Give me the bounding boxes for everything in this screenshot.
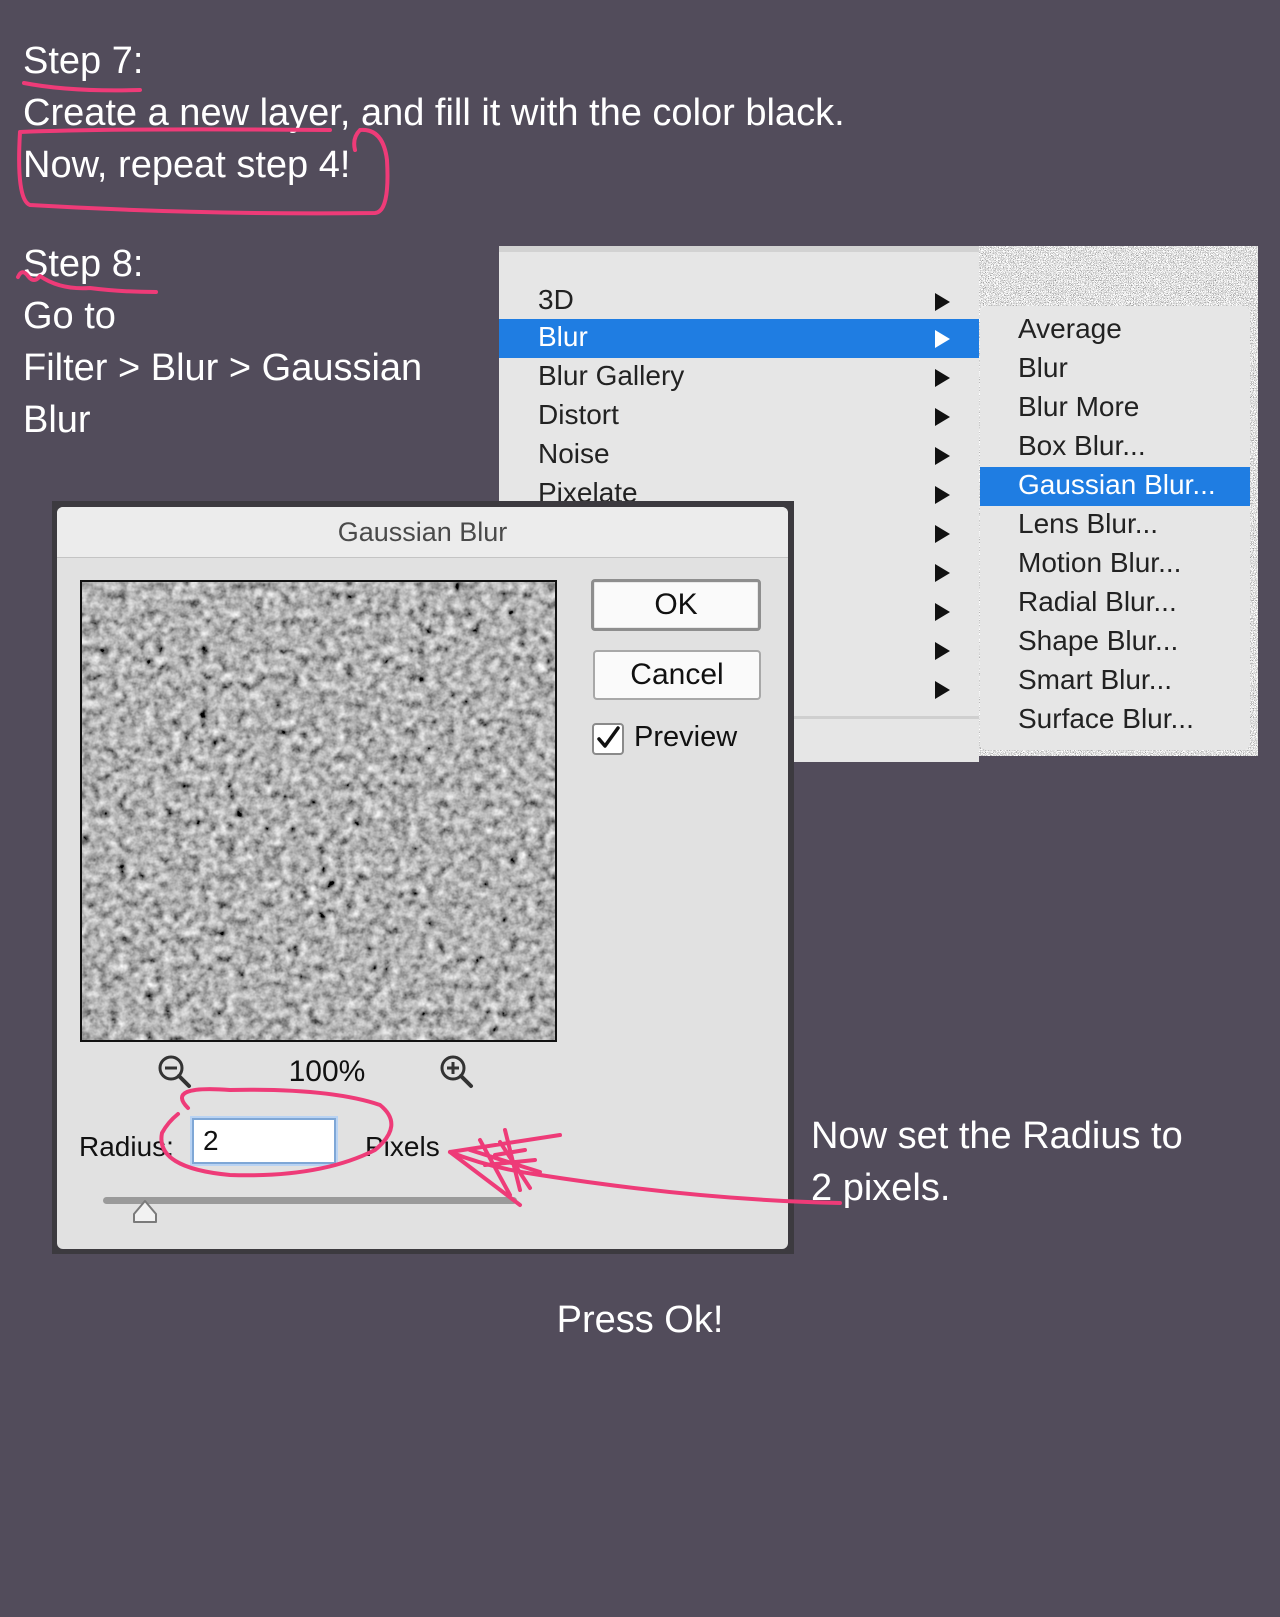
submenu-item-label: Lens Blur... [1018, 508, 1159, 539]
menu-item-noise[interactable]: Noise [499, 436, 979, 475]
submenu-arrow-icon [935, 447, 950, 465]
menu-item-distort[interactable]: Distort [499, 397, 979, 436]
preview-checkbox[interactable] [592, 723, 624, 755]
submenu-item-blur-more[interactable]: Blur More [980, 389, 1250, 428]
submenu-item-label: Average [1018, 313, 1122, 344]
submenu-item-label: Smart Blur... [1018, 664, 1173, 695]
radius-slider-track[interactable] [103, 1197, 517, 1204]
menu-item-label: Distort [538, 399, 619, 430]
step7-repeat-note: Now, repeat step 4! [23, 144, 351, 186]
step7-label: Step 7: [23, 40, 144, 82]
units-label: Pixels [365, 1131, 440, 1162]
menu-item-blur[interactable]: Blur [499, 319, 979, 358]
submenu-arrow-icon [935, 408, 950, 426]
step8-label: Step 8: [23, 243, 144, 285]
ok-button[interactable]: OK [591, 579, 761, 631]
submenu-arrow-icon [935, 293, 950, 311]
step8-line-1: Go to [23, 295, 116, 337]
submenu-item-lens-blur[interactable]: Lens Blur... [980, 506, 1250, 545]
menu-item-3d[interactable]: 3D [499, 282, 979, 321]
zoom-level: 100% [288, 1055, 366, 1088]
preview-noise-svg [82, 582, 555, 1040]
annotation-line-1: Now set the Radius to [811, 1115, 1183, 1157]
submenu-arrow-icon [935, 681, 950, 699]
zoom-out-icon[interactable] [155, 1052, 195, 1092]
gaussian-blur-dialog: Gaussian Blur OK Cancel Preview 100% Rad… [57, 507, 788, 1249]
radius-input[interactable] [192, 1118, 336, 1164]
submenu-item-box-blur[interactable]: Box Blur... [980, 428, 1250, 467]
submenu-item-label: Radial Blur... [1018, 586, 1177, 617]
radius-label: Radius: [79, 1131, 174, 1162]
submenu-arrow-icon [935, 525, 950, 543]
step7-instruction: Create a new layer, and fill it with the… [23, 92, 845, 134]
submenu-item-smart-blur[interactable]: Smart Blur... [980, 662, 1250, 701]
menu-item-label: 3D [538, 284, 574, 315]
submenu-arrow-icon [935, 642, 950, 660]
preview-image[interactable] [80, 580, 557, 1042]
submenu-arrow-icon [935, 369, 950, 387]
submenu-arrow-icon [935, 486, 950, 504]
zoom-in-icon[interactable] [437, 1052, 477, 1092]
submenu-item-radial-blur[interactable]: Radial Blur... [980, 584, 1250, 623]
submenu-item-surface-blur[interactable]: Surface Blur... [980, 701, 1250, 740]
submenu-arrow-icon [935, 330, 950, 348]
submenu-item-motion-blur[interactable]: Motion Blur... [980, 545, 1250, 584]
submenu-item-label: Box Blur... [1018, 430, 1146, 461]
submenu-item-label: Blur [1018, 352, 1068, 383]
submenu-item-blur[interactable]: Blur [980, 350, 1250, 389]
submenu-item-gaussian-blur[interactable]: Gaussian Blur... [980, 467, 1250, 506]
menu-item-label: Blur [538, 321, 588, 352]
cancel-button[interactable]: Cancel [593, 650, 761, 700]
blur-submenu: Average Blur Blur More Box Blur... Gauss… [980, 306, 1250, 750]
annotation-line-2: 2 pixels. [811, 1167, 951, 1209]
preview-label: Preview [634, 721, 738, 753]
checkmark-icon [597, 726, 620, 748]
menu-item-blur-gallery[interactable]: Blur Gallery [499, 358, 979, 397]
submenu-item-label: Blur More [1018, 391, 1140, 422]
submenu-arrow-icon [935, 603, 950, 621]
submenu-item-label: Gaussian Blur... [1018, 469, 1216, 500]
slider-thumb-icon[interactable] [131, 1197, 159, 1225]
menu-item-label: Blur Gallery [538, 360, 685, 391]
dialog-titlebar[interactable]: Gaussian Blur [57, 507, 788, 558]
step8-line-3: Blur [23, 399, 91, 441]
submenu-item-label: Motion Blur... [1018, 547, 1182, 578]
submenu-arrow-icon [935, 564, 950, 582]
submenu-item-label: Surface Blur... [1018, 703, 1194, 734]
submenu-item-average[interactable]: Average [980, 311, 1250, 350]
dialog-title: Gaussian Blur [337, 517, 508, 547]
submenu-item-label: Shape Blur... [1018, 625, 1179, 656]
press-ok-note: Press Ok! [556, 1299, 724, 1341]
submenu-item-shape-blur[interactable]: Shape Blur... [980, 623, 1250, 662]
step8-line-2: Filter > Blur > Gaussian [23, 347, 423, 389]
menu-item-label: Noise [538, 438, 610, 469]
